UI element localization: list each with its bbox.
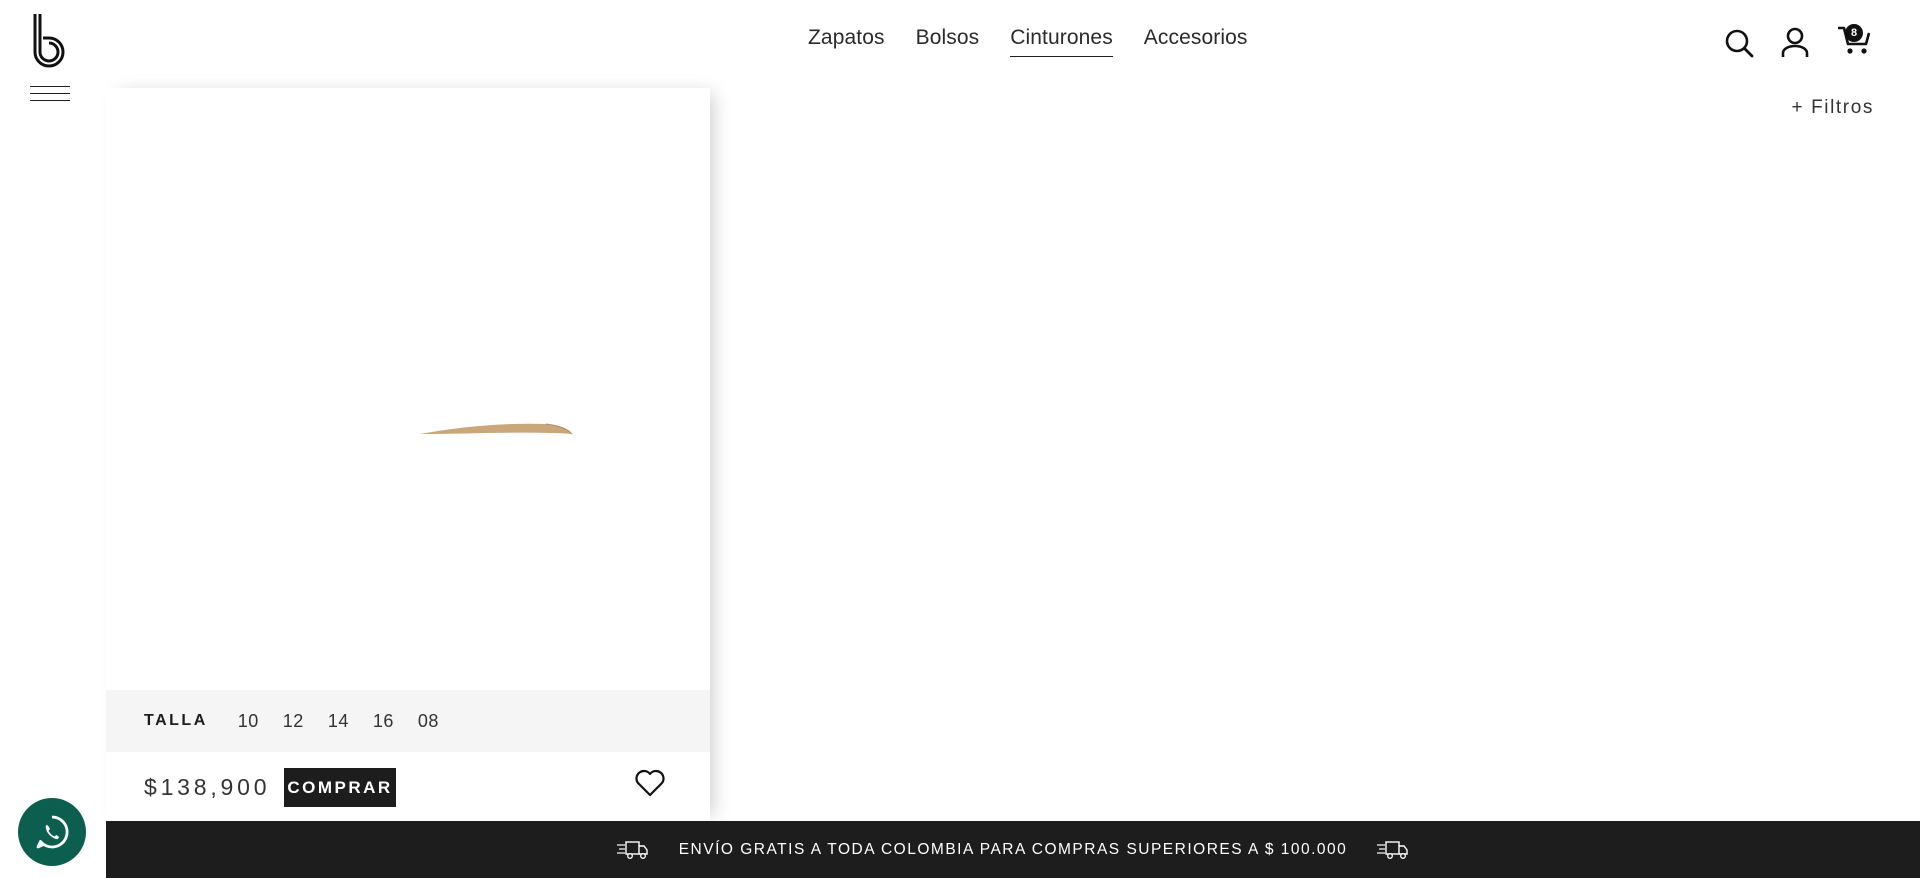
size-option[interactable]: 08 bbox=[418, 711, 439, 732]
product-image[interactable] bbox=[106, 88, 710, 688]
brand-logo[interactable] bbox=[30, 12, 72, 68]
heart-icon[interactable] bbox=[634, 768, 666, 798]
whatsapp-icon bbox=[36, 815, 69, 849]
size-option[interactable]: 14 bbox=[328, 711, 349, 732]
truck-icon bbox=[1377, 840, 1408, 859]
filters-toggle[interactable]: + Filtros bbox=[1792, 97, 1875, 119]
size-selector: TALLA 10 12 14 16 08 bbox=[106, 690, 710, 752]
shipping-banner: ENVÍO GRATIS A TODA COLOMBIA PARA COMPRA… bbox=[106, 821, 1920, 878]
nav-item-bolsos[interactable]: Bolsos bbox=[916, 26, 980, 57]
nav-item-zapatos[interactable]: Zapatos bbox=[808, 26, 885, 57]
whatsapp-button[interactable] bbox=[18, 798, 86, 866]
size-label: TALLA bbox=[144, 712, 208, 729]
search-icon[interactable] bbox=[1724, 28, 1754, 58]
truck-icon bbox=[616, 840, 648, 859]
size-option[interactable]: 16 bbox=[373, 711, 394, 732]
nav-item-cinturones[interactable]: Cinturones bbox=[1010, 26, 1113, 57]
buy-button[interactable]: COMPRAR bbox=[284, 768, 396, 807]
product-card: TALLA 10 12 14 16 08 $138,900 COMPRAR bbox=[106, 88, 710, 821]
user-icon[interactable] bbox=[1780, 26, 1810, 58]
size-option[interactable]: 12 bbox=[283, 711, 304, 732]
product-price: $138,900 bbox=[144, 774, 271, 800]
main-nav: Zapatos Bolsos Cinturones Accesorios bbox=[808, 26, 1248, 57]
nav-item-accesorios[interactable]: Accesorios bbox=[1144, 26, 1248, 57]
shipping-message: ENVÍO GRATIS A TODA COLOMBIA PARA COMPRA… bbox=[678, 840, 1348, 858]
cart-count-badge: 8 bbox=[1845, 24, 1863, 42]
size-option[interactable]: 10 bbox=[238, 711, 259, 732]
hamburger-menu-icon[interactable] bbox=[30, 86, 70, 104]
